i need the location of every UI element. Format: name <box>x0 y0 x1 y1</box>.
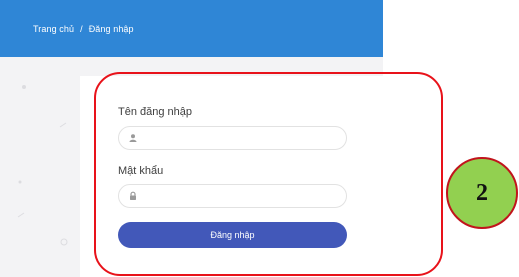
header-bar: Trang chủ / Đăng nhập <box>0 0 383 57</box>
breadcrumb-current: Đăng nhập <box>88 23 134 34</box>
breadcrumb-home-link[interactable]: Trang chủ <box>33 24 74 34</box>
background-decoration <box>17 85 68 246</box>
highlight-frame <box>94 72 443 276</box>
breadcrumb-separator: / <box>80 23 83 34</box>
breadcrumb: Trang chủ / Đăng nhập <box>33 24 134 34</box>
step-number-badge: 2 <box>446 157 518 229</box>
